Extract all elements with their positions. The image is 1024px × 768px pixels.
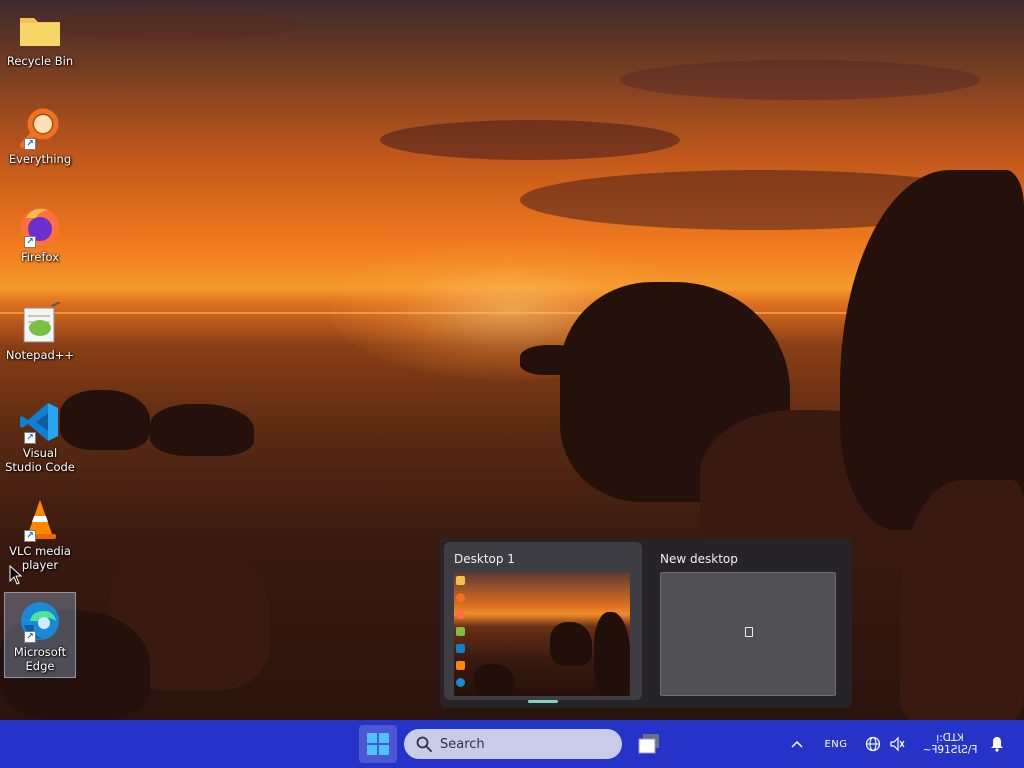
mini-vlc-icon [456,661,465,670]
cloud [380,120,680,160]
shortcut-arrow-icon: ↗ [24,138,36,150]
rock [520,345,590,375]
desktop-icon-label: Firefox [20,250,60,264]
folder-icon [18,8,62,52]
volume-button[interactable] [886,720,908,768]
desktop-icon-label: Everything [8,152,72,166]
new-desktop-title: New desktop [660,552,738,566]
desktop-icon-microsoft-edge[interactable]: ↗ Microsoft Edge [4,592,76,678]
notepad-plus-plus-icon [18,302,62,346]
bell-icon [991,737,1003,752]
mouse-cursor-icon [9,565,23,585]
rock [150,404,254,456]
desktop-icon-notepad-plus-plus[interactable]: Notepad++ [4,296,76,382]
desktop-icon-label: Microsoft Edge [13,645,67,673]
rock [900,480,1024,720]
cloud [40,10,300,40]
network-button[interactable] [862,720,884,768]
start-button[interactable] [359,725,397,763]
virtual-desktop-thumbnail[interactable] [454,572,630,696]
globe-icon [865,736,881,752]
magnifier-icon: ↗ [18,106,62,150]
vscode-icon: ↗ [18,400,62,444]
active-desktop-indicator [528,700,558,703]
notifications-button[interactable] [986,720,1008,768]
mini-folder-icon [456,576,465,585]
task-view-button[interactable] [630,725,668,763]
mini-rock [474,664,514,696]
mini-rock [550,622,592,666]
search-icon [416,736,432,752]
chevron-up-icon [791,740,803,748]
new-desktop-button[interactable] [660,572,836,696]
shortcut-arrow-icon: ↗ [24,432,36,444]
virtual-desktop-title: Desktop 1 [454,552,515,566]
shortcut-arrow-icon: ↗ [24,530,36,542]
cloud [620,60,980,100]
speaker-icon [890,736,905,752]
desktop-icon-recycle-bin[interactable]: Recycle Bin [4,2,76,88]
mini-magnifier-icon [456,593,465,602]
edge-icon: ↗ [18,599,62,643]
show-hidden-icons-button[interactable] [786,720,808,768]
firefox-icon: ↗ [18,204,62,248]
taskbar-search-box[interactable]: Search [404,729,622,759]
desktop-icon-label: Notepad++ [5,348,75,362]
search-placeholder: Search [440,736,485,752]
desktop-icon-label: Visual Studio Code [5,446,75,474]
mini-notepad-icon [456,627,465,636]
windows-logo-icon [367,733,389,755]
clock-date: ~ꟻ91ƧƖ​Ƨ/ꟻ [922,744,978,756]
mini-edge-icon [456,678,465,687]
mini-firefox-icon [456,610,465,619]
desktop-wallpaper[interactable]: Recycle Bin ↗ Everything ↗ Firefox Notep… [0,0,1024,720]
desktop-icon-label: Recycle Bin [6,54,74,68]
mini-vscode-icon [456,644,465,653]
add-desktop-icon [745,627,753,637]
vlc-cone-icon: ↗ [18,498,62,542]
desktop-icon-everything[interactable]: ↗ Everything [4,100,76,186]
clock[interactable]: ᴉ:ᗡꓕꞰ ~ꟻ91ƧƖ​Ƨ/ꟻ [914,720,986,768]
new-desktop-card[interactable]: New desktop [650,542,848,700]
clock-time: ᴉ:ᗡꓕꞰ [936,732,964,744]
shortcut-arrow-icon: ↗ [24,236,36,248]
desktop-icon-visual-studio-code[interactable]: ↗ Visual Studio Code [4,394,76,480]
language-indicator[interactable]: ENG [816,720,856,768]
virtual-desktop-card-1[interactable]: Desktop 1 [444,542,642,700]
shortcut-arrow-icon: ↗ [24,631,36,643]
task-view-flyout: Desktop 1 New desktop [440,538,852,708]
mini-rock [594,612,630,696]
task-view-icon [638,734,659,754]
taskbar: Search ENG ᴉ:ᗡꓕꞰ ~ꟻ91ƧƖ​Ƨ/ꟻ [0,720,1024,768]
desktop-icon-firefox[interactable]: ↗ Firefox [4,198,76,284]
